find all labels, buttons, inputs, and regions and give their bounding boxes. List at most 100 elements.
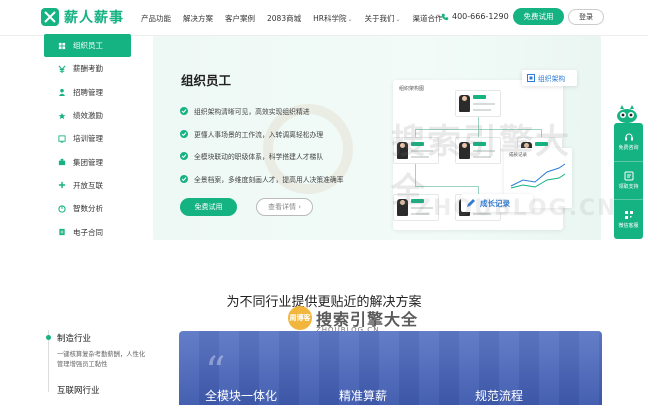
feature-bullets: 组织架构清晰可见，高效实现组织精进更懂人事场景的工作流，入转调离轻松办理全模块联… — [180, 100, 344, 190]
product-sidebar: 组织员工薪酬考勤招聘管理绩效激励培训管理集团管理开放互联智数分析电子合同 — [44, 34, 131, 244]
floating-service-bar: 免费咨询领取支持微信客服 — [614, 123, 643, 239]
sidebar-item-label: 招聘管理 — [73, 87, 103, 97]
brand-logo[interactable]: 薪人薪事 — [40, 7, 124, 27]
check-circle-icon — [180, 174, 188, 183]
feature-bullet: 更懂人事场景的工作流，入转调离轻松办理 — [180, 123, 344, 146]
phone-number: 400-666-1290 — [441, 12, 509, 21]
float-item-label: 免费咨询 — [618, 145, 639, 152]
float-item[interactable]: 微信客服 — [614, 200, 643, 239]
feature-bullet-text: 组织架构清晰可见，高效实现组织精进 — [194, 108, 310, 117]
org-chart-icon — [527, 74, 535, 82]
watermark-subtext: ZHOUBLOG.CN — [415, 196, 618, 221]
industry-dot-active — [46, 335, 51, 340]
sidebar-item-label: 组织员工 — [73, 41, 103, 51]
banner-caption: 精准算薪 — [339, 389, 388, 403]
sidebar-item-label: 集团管理 — [73, 157, 103, 167]
org-chart-title: 组织架构图 — [399, 86, 425, 92]
nav-item[interactable]: 客户案例 — [219, 13, 261, 24]
sidebar-item[interactable]: 培训管理 — [44, 127, 131, 150]
org-icon — [58, 42, 66, 49]
sidebar-item[interactable]: 组织员工 — [44, 34, 131, 58]
nav-item[interactable]: HR科学院⌄ — [307, 13, 358, 24]
text-line — [473, 103, 495, 105]
recruit-icon — [58, 89, 66, 97]
avatar — [459, 95, 470, 112]
banner-caption: 规范流程 — [475, 389, 524, 403]
sidebar-item[interactable]: 智数分析 — [44, 197, 131, 220]
feature-bullet: 全模块联动的职级体系，科学搭建人才梯队 — [180, 145, 344, 168]
float-item-label: 微信客服 — [618, 222, 639, 229]
view-details-button[interactable]: 查看详情 › — [256, 198, 313, 216]
yen-icon — [58, 65, 66, 73]
nav-item-label: 产品功能 — [141, 13, 171, 23]
float-item-label: 领取支持 — [618, 183, 639, 190]
watermark-badge: 周博客 — [288, 306, 312, 330]
login-button[interactable]: 登录 — [568, 9, 604, 25]
nav-item-label: 渠道合作 — [412, 13, 443, 23]
hero-card: 组织员工 组织架构清晰可见，高效实现组织精进更懂人事场景的工作流，入转调离轻松办… — [153, 36, 616, 240]
solutions-banner: “ 全模块一体化 精准算薪 规范流程 — [179, 331, 602, 405]
nav-item[interactable]: 解决方案 — [177, 13, 219, 24]
top-navbar: 薪人薪事 产品功能 解决方案 客户案例 2083商城 HR科学院⌄ 关于我们⌄ 渠道合作 4… — [0, 0, 648, 36]
view-details-label: 查看详情 — [267, 203, 296, 211]
free-trial-button[interactable]: 免费试用 — [513, 8, 564, 25]
sidebar-item-label: 电子合同 — [73, 227, 103, 237]
gift-icon — [624, 171, 633, 181]
nav-item-label: 解决方案 — [183, 13, 213, 23]
nav-item[interactable]: 产品功能 — [135, 13, 177, 24]
role-pill — [473, 95, 486, 99]
headset-icon — [624, 133, 633, 141]
text-line — [473, 109, 491, 111]
sidebar-item[interactable]: 绩效激励 — [44, 104, 131, 127]
sidebar-item[interactable]: 开放互联 — [44, 174, 131, 197]
analytics-icon — [58, 205, 66, 213]
float-item[interactable]: 免费咨询 — [614, 123, 643, 162]
person-card[interactable] — [455, 90, 501, 117]
nav-item[interactable]: 2083商城 — [261, 13, 307, 24]
sidebar-item-label: 培训管理 — [73, 134, 103, 144]
group-icon — [58, 159, 66, 166]
feature-bullet-text: 更懂人事场景的工作流，入转调离轻松办理 — [194, 130, 324, 139]
main-nav: 产品功能 解决方案 客户案例 2083商城 HR科学院⌄ 关于我们⌄ 渠道合作 — [135, 0, 449, 36]
brand-name: 薪人薪事 — [64, 10, 124, 26]
phone-icon — [441, 13, 449, 20]
sidebar-item[interactable]: 集团管理 — [44, 150, 131, 173]
nav-item-label: 关于我们 — [364, 13, 395, 23]
hero-free-trial-button[interactable]: 免费试用 — [180, 198, 237, 216]
check-circle-icon — [180, 129, 188, 138]
phone-text: 400-666-1290 — [452, 12, 509, 21]
check-circle-icon — [180, 152, 188, 161]
sidebar-item[interactable]: 薪酬考勤 — [44, 57, 131, 80]
sidebar-item-label: 绩效激励 — [73, 111, 103, 121]
training-icon — [58, 135, 66, 143]
hero-title: 组织员工 — [181, 73, 232, 88]
check-circle-icon — [180, 107, 188, 116]
feature-bullet: 全景档案，多维度刻画人才，提高用人决策准确率 — [180, 168, 344, 191]
chevron-down-icon: ⌄ — [395, 15, 401, 23]
sidebar-item-label: 智数分析 — [73, 204, 103, 214]
industry-tab-manufacturing[interactable]: 制造行业 — [57, 332, 91, 344]
banner-caption: 全模块一体化 — [205, 389, 278, 403]
performance-icon — [58, 112, 66, 119]
sidebar-item[interactable]: 招聘管理 — [44, 81, 131, 104]
float-item[interactable]: 领取支持 — [614, 162, 643, 201]
org-structure-tag-label: 组织架构 — [538, 75, 566, 83]
sidebar-item-label: 开放互联 — [73, 180, 103, 190]
nav-item-label: 客户案例 — [225, 13, 255, 23]
mascot-icon[interactable] — [616, 104, 638, 124]
chevron-right-icon: › — [298, 203, 302, 211]
industry-description: 一键核算复杂考勤薪酬，人性化管理增强员工黏性 — [57, 351, 146, 368]
nav-item[interactable]: 关于我们⌄ — [358, 13, 406, 24]
open-icon — [58, 182, 66, 189]
org-structure-tag: 组织架构 — [522, 70, 577, 86]
sidebar-item[interactable]: 电子合同 — [44, 220, 131, 243]
contract-icon — [59, 228, 65, 236]
feature-bullet: 组织架构清晰可见，高效实现组织精进 — [180, 100, 344, 123]
feature-bullet-text: 全景档案，多维度刻画人才，提高用人决策准确率 — [194, 175, 344, 184]
nav-item-label: 2083商城 — [267, 13, 302, 23]
logo-icon — [41, 8, 59, 26]
qrcode-icon — [624, 210, 633, 219]
nav-item-label: HR科学院 — [313, 13, 347, 23]
sidebar-item-label: 薪酬考勤 — [73, 64, 103, 74]
industry-tab-internet[interactable]: 互联网行业 — [57, 384, 100, 396]
